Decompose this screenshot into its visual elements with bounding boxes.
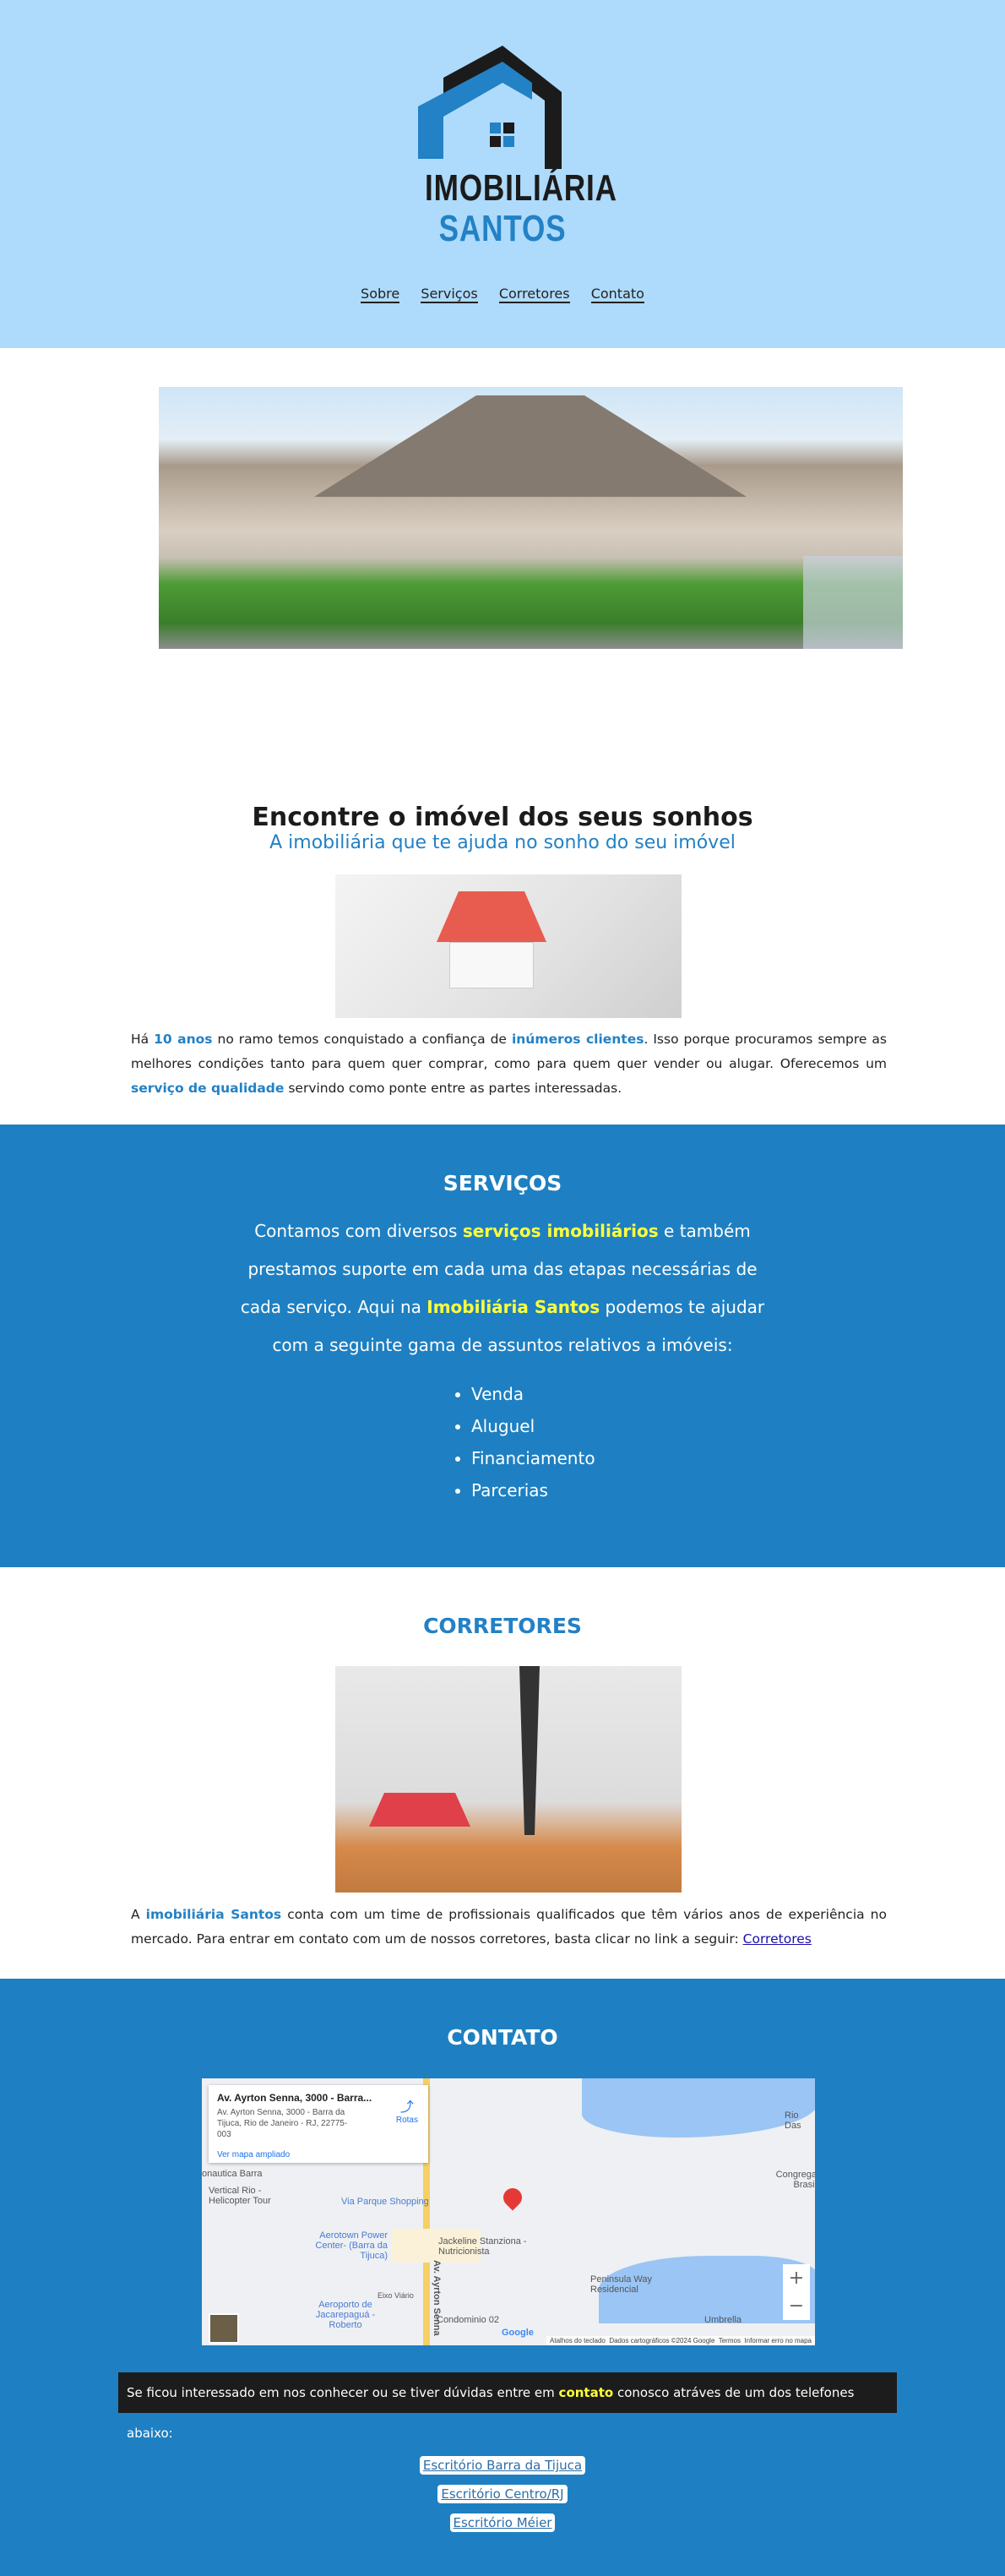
map-label: Av. Ayrton Senna bbox=[432, 2260, 442, 2336]
office-centro-link[interactable]: Escritório Centro/RJ bbox=[437, 2485, 568, 2503]
list-item: Parcerias bbox=[471, 1474, 595, 1506]
tie bbox=[519, 1666, 540, 1835]
services-list: Venda Aluguel Financiamento Parcerias bbox=[471, 1378, 595, 1506]
map-data-text: Dados cartográficos ©2024 Google bbox=[609, 2337, 715, 2345]
street-view-thumbnail[interactable] bbox=[209, 2313, 239, 2344]
view-larger-map-link[interactable]: Ver mapa ampliado bbox=[217, 2150, 420, 2159]
map-label: Via Parque Shopping bbox=[341, 2197, 429, 2207]
terms-link[interactable]: Termos bbox=[719, 2337, 741, 2345]
house-model-photo bbox=[335, 874, 682, 1018]
place-address: Av. Ayrton Senna, 3000 - Barra da Tijuca… bbox=[217, 2108, 348, 2139]
main-nav: Sobre Serviços Corretores Contato bbox=[0, 286, 1005, 303]
google-logo: Google bbox=[502, 2328, 534, 2338]
water bbox=[582, 2078, 815, 2138]
map-label: Congrega Brasil bbox=[775, 2170, 817, 2190]
office-meier-link[interactable]: Escritório Méier bbox=[449, 2513, 556, 2532]
highlight: serviço de qualidade bbox=[131, 1081, 285, 1096]
place-name: Av. Ayrton Senna, 3000 - Barra... bbox=[217, 2092, 372, 2104]
about-subtitle: A imobiliária que te ajuda no sonho do s… bbox=[269, 832, 736, 853]
about-paragraph: Há 10 anos no ramo temos conquistado a c… bbox=[131, 1027, 887, 1101]
brokers-link[interactable]: Corretores bbox=[743, 1931, 812, 1947]
house-roof bbox=[314, 395, 747, 497]
map-label: Peninsula Way Residencial bbox=[590, 2274, 652, 2295]
logo-text-line1: IMOBILIÁRIA bbox=[425, 167, 617, 209]
text: A bbox=[131, 1907, 146, 1922]
text: Contamos com diversos bbox=[254, 1221, 463, 1241]
zoom-in-button[interactable]: + bbox=[783, 2264, 810, 2292]
highlight: 10 anos bbox=[154, 1032, 213, 1047]
map-label: Umbrella bbox=[704, 2315, 742, 2325]
site-header: IMOBILIÁRIA SANTOS Sobre Serviços Corret… bbox=[0, 0, 1005, 348]
keyboard-shortcuts-link[interactable]: Atalhos do teclado bbox=[550, 2337, 606, 2345]
place-card: Av. Ayrton Senna, 3000 - Barra... Av. Ay… bbox=[209, 2085, 428, 2163]
zoom-controls: + − bbox=[783, 2264, 810, 2320]
hero-house-image bbox=[159, 387, 903, 649]
logo-watermark bbox=[803, 556, 903, 649]
google-map[interactable]: Av. Ayrton Senna, 3000 - Barra... Av. Ay… bbox=[200, 2077, 817, 2347]
directions-label: Rotas bbox=[395, 2116, 418, 2125]
nav-corretores[interactable]: Corretores bbox=[498, 286, 570, 303]
report-error-link[interactable]: Informar erro no mapa bbox=[744, 2337, 812, 2345]
map-footer: Atalhos do teclado Dados cartográficos ©… bbox=[546, 2336, 815, 2345]
directions-icon: ⤴ bbox=[399, 2100, 414, 2115]
highlight: imobiliária Santos bbox=[145, 1907, 282, 1922]
map-label: Vertical Rio - Helicopter Tour bbox=[209, 2186, 271, 2206]
text: Há bbox=[131, 1032, 155, 1047]
zoom-out-button[interactable]: − bbox=[783, 2292, 810, 2320]
office-links: Escritório Barra da Tijuca Escritório Ce… bbox=[0, 2456, 1005, 2542]
highlight: serviços imobiliários bbox=[462, 1221, 659, 1241]
office-barra-link[interactable]: Escritório Barra da Tijuca bbox=[419, 2456, 586, 2475]
map-label: Jackeline Stanziona - Nutricionista bbox=[438, 2236, 527, 2257]
map-label: Condominio 02 bbox=[437, 2315, 499, 2325]
map-label: Aerotown Power Center- (Barra da Tijuca) bbox=[315, 2230, 388, 2261]
map-pin-icon[interactable] bbox=[499, 2184, 526, 2211]
services-section: SERVIÇOS Contamos com diversos serviços … bbox=[0, 1125, 1005, 1567]
about-title: Encontre o imóvel dos seus sonhos bbox=[252, 803, 753, 832]
contact-title: CONTATO bbox=[447, 2025, 558, 2050]
house-body bbox=[449, 942, 534, 988]
text: servindo como ponte entre as partes inte… bbox=[284, 1081, 622, 1096]
red-roof bbox=[369, 1793, 470, 1827]
logo-text-line2: SANTOS bbox=[438, 208, 567, 249]
directions-button[interactable]: ⤴ Rotas bbox=[396, 2095, 418, 2125]
nav-servicos[interactable]: Serviços bbox=[421, 286, 478, 303]
broker-photo bbox=[335, 1666, 682, 1893]
highlight: Imobiliária Santos bbox=[426, 1297, 600, 1317]
list-item: Financiamento bbox=[471, 1442, 595, 1474]
house-logo-icon bbox=[418, 46, 562, 171]
list-item: Aluguel bbox=[471, 1410, 595, 1442]
text: no ramo temos conquistado a confiança de bbox=[212, 1032, 512, 1047]
nav-sobre[interactable]: Sobre bbox=[361, 286, 400, 303]
brokers-paragraph: A imobiliária Santos conta com um time d… bbox=[131, 1903, 887, 1952]
text: Se ficou interessado em nos conhecer ou … bbox=[127, 2385, 559, 2400]
services-title: SERVIÇOS bbox=[443, 1171, 562, 1195]
company-logo: IMOBILIÁRIA SANTOS bbox=[405, 42, 617, 253]
map-label: Aeroporto de Jacarepaguá - Roberto bbox=[315, 2300, 376, 2330]
nav-contato[interactable]: Contato bbox=[590, 286, 644, 303]
about-heading: Encontre o imóvel dos seus sonhos A imob… bbox=[0, 803, 1005, 853]
highlight: inúmeros clientes bbox=[511, 1032, 644, 1047]
map-label: Eixo Viário bbox=[378, 2291, 414, 2300]
brokers-title: CORRETORES bbox=[423, 1614, 582, 1638]
services-paragraph: Contamos com diversos serviços imobiliár… bbox=[232, 1212, 773, 1364]
contact-info-bar: Se ficou interessado em nos conhecer ou … bbox=[118, 2372, 897, 2441]
red-roof bbox=[437, 891, 546, 942]
map-label: onautica Barra bbox=[202, 2169, 263, 2179]
list-item: Venda bbox=[471, 1378, 595, 1410]
map-label: Rio Das bbox=[785, 2110, 801, 2131]
highlight: contato bbox=[558, 2385, 614, 2400]
